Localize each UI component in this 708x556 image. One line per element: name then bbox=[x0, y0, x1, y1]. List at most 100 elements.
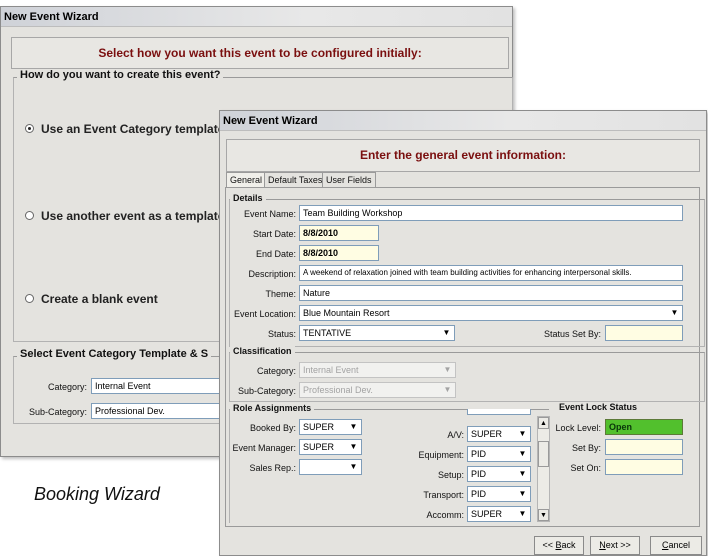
back-button[interactable]: << Back bbox=[534, 536, 584, 555]
setup-value: PID bbox=[471, 469, 487, 479]
start-date-input[interactable]: 8/8/2010 bbox=[299, 225, 379, 241]
chevron-down-icon: ▼ bbox=[440, 363, 455, 377]
chevron-down-icon[interactable]: ▼ bbox=[346, 420, 361, 434]
scroll-up-icon[interactable]: ▲ bbox=[538, 417, 549, 429]
lock-level-field[interactable]: Open bbox=[605, 419, 683, 435]
av-label: A/V: bbox=[447, 430, 464, 440]
description-input[interactable]: A weekend of relaxation joined with team… bbox=[299, 265, 683, 281]
end-date-input[interactable]: 8/8/2010 bbox=[299, 245, 379, 261]
option-blank-event[interactable]: Create a blank event bbox=[25, 292, 158, 306]
next-button[interactable]: Next >> bbox=[590, 536, 640, 555]
role-assignments-title: Role Assignments bbox=[230, 403, 315, 413]
chevron-down-icon[interactable]: ▼ bbox=[515, 447, 530, 461]
classification-category-select[interactable]: Internal Event ▼ bbox=[299, 362, 456, 378]
classification-title: Classification bbox=[230, 346, 295, 356]
status-value: TENTATIVE bbox=[303, 328, 352, 338]
status-select[interactable]: TENTATIVE ▼ bbox=[299, 325, 455, 341]
chevron-down-icon[interactable]: ▼ bbox=[515, 427, 530, 441]
scroll-thumb[interactable] bbox=[538, 441, 549, 467]
lock-set-by-field[interactable] bbox=[605, 439, 683, 455]
theme-label: Theme: bbox=[265, 289, 296, 299]
start-date-label: Start Date: bbox=[252, 229, 296, 239]
booking-wizard-caption: Booking Wizard bbox=[34, 484, 160, 504]
lock-set-by-label: Set By: bbox=[571, 443, 601, 453]
option-label: Use an Event Category template bbox=[41, 122, 225, 136]
cancel-button[interactable]: Cancel bbox=[650, 536, 702, 555]
equipment-select[interactable]: PID ▼ bbox=[467, 446, 531, 462]
role-list-scrollbar[interactable]: ▲ ▼ bbox=[537, 416, 550, 522]
transport-label: Transport: bbox=[423, 490, 464, 500]
option-another-event-template[interactable]: Use another event as a template bbox=[25, 209, 224, 223]
option-label: Create a blank event bbox=[41, 292, 158, 306]
chevron-down-icon: ▼ bbox=[440, 383, 455, 397]
setup-select[interactable]: PID ▼ bbox=[467, 466, 531, 482]
status-label: Status: bbox=[267, 329, 296, 339]
lock-level-label: Lock Level: bbox=[555, 423, 601, 433]
end-date-label: End Date: bbox=[255, 249, 296, 259]
transport-value: PID bbox=[471, 489, 487, 499]
transport-select[interactable]: PID ▼ bbox=[467, 486, 531, 502]
option-label: Use another event as a template bbox=[41, 209, 225, 223]
chevron-down-icon[interactable]: ▼ bbox=[346, 440, 361, 454]
classification-category-value: Internal Event bbox=[303, 365, 359, 375]
av-select[interactable]: SUPER ▼ bbox=[467, 426, 531, 442]
tab-default-taxes[interactable]: Default Taxes bbox=[264, 172, 327, 187]
equipment-value: PID bbox=[471, 449, 487, 459]
av-value: SUPER bbox=[471, 429, 503, 439]
event-name-label: Event Name: bbox=[243, 209, 296, 219]
back-category-field[interactable]: Internal Event bbox=[91, 378, 221, 394]
classification-subcategory-label: Sub-Category: bbox=[237, 386, 296, 396]
details-title: Details bbox=[230, 193, 266, 203]
lock-set-on-label: Set On: bbox=[570, 463, 601, 473]
back-window-title: New Event Wizard bbox=[1, 7, 512, 27]
option-category-template[interactable]: Use an Event Category template bbox=[25, 122, 224, 136]
role-list-top-clipped bbox=[467, 409, 531, 415]
setup-label: Setup: bbox=[437, 470, 464, 480]
next-button-rest: ext >> bbox=[605, 540, 631, 550]
booked-by-select[interactable]: SUPER ▼ bbox=[299, 419, 362, 435]
event-manager-label: Event Manager: bbox=[232, 443, 296, 453]
accomm-label: Accomm: bbox=[426, 510, 464, 520]
classification-category-label: Category: bbox=[256, 366, 296, 376]
back-button-rest: ack bbox=[561, 540, 576, 550]
tab-general[interactable]: General bbox=[226, 172, 267, 188]
equipment-label: Equipment: bbox=[418, 450, 464, 460]
back-window-banner: Select how you want this event to be con… bbox=[11, 37, 509, 69]
chevron-down-icon[interactable]: ▼ bbox=[346, 460, 361, 474]
booked-by-label: Booked By: bbox=[249, 423, 296, 433]
event-name-input[interactable]: Team Building Workshop bbox=[299, 205, 683, 221]
classification-subcategory-select[interactable]: Professional Dev. ▼ bbox=[299, 382, 456, 398]
create-method-group-title: How do you want to create this event? bbox=[17, 69, 224, 81]
lock-set-on-field[interactable] bbox=[605, 459, 683, 475]
status-set-by-label: Status Set By: bbox=[543, 329, 601, 339]
back-subcategory-field[interactable]: Professional Dev. bbox=[91, 403, 221, 419]
chevron-down-icon[interactable]: ▼ bbox=[439, 326, 454, 340]
radio-icon[interactable] bbox=[25, 294, 34, 304]
scroll-down-icon[interactable]: ▼ bbox=[538, 509, 549, 521]
sales-rep-select[interactable]: ▼ bbox=[299, 459, 362, 475]
event-location-select[interactable]: Blue Mountain Resort ▼ bbox=[299, 305, 683, 321]
event-location-label: Event Location: bbox=[233, 309, 296, 319]
front-window-banner: Enter the general event information: bbox=[226, 139, 700, 172]
sales-rep-label: Sales Rep.: bbox=[249, 463, 296, 473]
event-manager-select[interactable]: SUPER ▼ bbox=[299, 439, 362, 455]
back-button-prefix: << bbox=[542, 540, 556, 550]
template-select-group-title: Select Event Category Template & S bbox=[17, 348, 212, 360]
back-category-label: Category: bbox=[47, 382, 87, 392]
radio-selected-icon[interactable] bbox=[25, 124, 34, 134]
event-location-value: Blue Mountain Resort bbox=[303, 308, 390, 318]
theme-input[interactable]: Nature bbox=[299, 285, 683, 301]
chevron-down-icon[interactable]: ▼ bbox=[667, 306, 682, 320]
chevron-down-icon[interactable]: ▼ bbox=[515, 507, 530, 521]
accomm-select[interactable]: SUPER ▼ bbox=[467, 506, 531, 522]
back-subcategory-label: Sub-Category: bbox=[28, 407, 87, 417]
chevron-down-icon[interactable]: ▼ bbox=[515, 467, 530, 481]
status-set-by-field[interactable] bbox=[605, 325, 683, 341]
radio-icon[interactable] bbox=[25, 211, 34, 221]
tab-user-fields[interactable]: User Fields bbox=[322, 172, 376, 187]
classification-subcategory-value: Professional Dev. bbox=[303, 385, 373, 395]
front-window-title: New Event Wizard bbox=[220, 111, 706, 131]
event-manager-value: SUPER bbox=[303, 442, 335, 452]
chevron-down-icon[interactable]: ▼ bbox=[515, 487, 530, 501]
lock-status-title: Event Lock Status bbox=[556, 402, 641, 412]
